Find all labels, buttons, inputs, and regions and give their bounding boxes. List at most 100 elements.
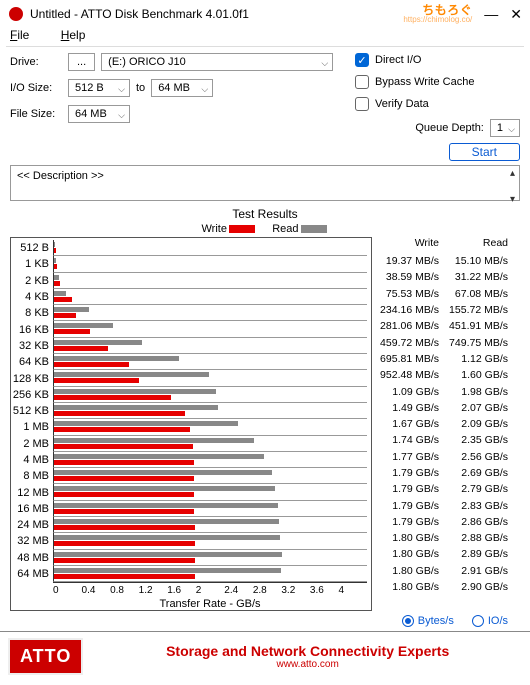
y-tick: 48 MB bbox=[11, 552, 53, 564]
write-cell: 1.79 GB/s bbox=[374, 483, 443, 495]
read-cell: 67.08 MB/s bbox=[443, 288, 512, 300]
io-from-select[interactable]: 512 B⌵ bbox=[68, 79, 130, 97]
table-row: 1.67 GB/s2.09 GB/s bbox=[374, 416, 512, 432]
y-tick: 8 KB bbox=[11, 307, 53, 319]
chart-row: 512 KB bbox=[11, 403, 367, 419]
x-tick: 1.2 bbox=[139, 585, 168, 596]
write-bar bbox=[54, 558, 195, 563]
write-cell: 1.77 GB/s bbox=[374, 451, 443, 463]
legend-read-swatch bbox=[301, 225, 327, 233]
read-bar bbox=[54, 519, 279, 524]
x-tick: 2.4 bbox=[224, 585, 253, 596]
minimize-button[interactable]: — bbox=[484, 6, 498, 22]
menu-file[interactable]: File bbox=[10, 28, 43, 42]
start-button[interactable]: Start bbox=[449, 143, 520, 161]
y-tick: 1 MB bbox=[11, 421, 53, 433]
read-bar bbox=[54, 340, 142, 345]
read-cell: 1.98 GB/s bbox=[443, 386, 512, 398]
y-tick: 32 MB bbox=[11, 535, 53, 547]
read-cell: 451.91 MB/s bbox=[443, 320, 512, 332]
table-row: 952.48 MB/s1.60 GB/s bbox=[374, 367, 512, 383]
drive-select[interactable]: (E:) ORICO J10⌵ bbox=[101, 53, 333, 71]
close-button[interactable]: ✕ bbox=[510, 6, 522, 23]
read-bar bbox=[54, 421, 238, 426]
queue-depth-select[interactable]: 1⌵ bbox=[490, 119, 520, 137]
write-bar bbox=[54, 492, 194, 497]
io-to-label: to bbox=[136, 82, 145, 94]
chart-row: 12 MB bbox=[11, 484, 367, 500]
write-cell: 1.80 GB/s bbox=[374, 548, 443, 560]
write-bar bbox=[54, 297, 72, 302]
write-cell: 695.81 MB/s bbox=[374, 353, 443, 365]
read-bar bbox=[54, 503, 278, 508]
menu-bar: File Help bbox=[0, 26, 530, 44]
write-bar bbox=[54, 378, 139, 383]
chart-row: 8 KB bbox=[11, 305, 367, 321]
direct-io-checkbox[interactable]: ✓Direct I/O bbox=[355, 53, 520, 67]
write-bar bbox=[54, 460, 194, 465]
y-tick: 24 MB bbox=[11, 519, 53, 531]
table-row: 281.06 MB/s451.91 MB/s bbox=[374, 318, 512, 334]
x-tick: 0.8 bbox=[110, 585, 139, 596]
y-tick: 64 KB bbox=[11, 356, 53, 368]
drive-browse-button[interactable]: ... bbox=[68, 53, 95, 71]
table-row: 1.80 GB/s2.91 GB/s bbox=[374, 563, 512, 579]
write-cell: 38.59 MB/s bbox=[374, 271, 443, 283]
y-tick: 12 MB bbox=[11, 487, 53, 499]
radio-bytes[interactable]: Bytes/s bbox=[402, 615, 454, 627]
table-row: 1.80 GB/s2.90 GB/s bbox=[374, 579, 512, 595]
read-cell: 749.75 MB/s bbox=[443, 337, 512, 349]
description-text: << Description >> bbox=[17, 170, 104, 182]
checkbox-icon bbox=[355, 75, 369, 89]
chart-row: 8 MB bbox=[11, 468, 367, 484]
read-bar bbox=[54, 405, 218, 410]
write-cell: 1.74 GB/s bbox=[374, 434, 443, 446]
chart-row: 512 B bbox=[11, 240, 367, 256]
radio-ios[interactable]: IO/s bbox=[472, 615, 508, 627]
read-bar bbox=[54, 438, 254, 443]
y-tick: 2 KB bbox=[11, 275, 53, 287]
read-bar bbox=[54, 486, 275, 491]
divider bbox=[6, 46, 524, 47]
io-to-select[interactable]: 64 MB⌵ bbox=[151, 79, 213, 97]
write-bar bbox=[54, 395, 171, 400]
y-tick: 4 KB bbox=[11, 291, 53, 303]
scroll-down-icon[interactable]: ▾ bbox=[510, 194, 515, 205]
read-bar bbox=[54, 258, 56, 263]
read-cell: 1.60 GB/s bbox=[443, 369, 512, 381]
read-bar bbox=[54, 372, 209, 377]
table-row: 1.79 GB/s2.79 GB/s bbox=[374, 481, 512, 497]
chart-legend: Write Read bbox=[10, 223, 520, 235]
scroll-up-icon[interactable]: ▴ bbox=[510, 168, 515, 179]
x-axis: 00.40.81.21.622.42.83.23.64 bbox=[53, 582, 367, 596]
y-tick: 512 B bbox=[11, 242, 53, 254]
table-row: 1.79 GB/s2.69 GB/s bbox=[374, 465, 512, 481]
write-bar bbox=[54, 313, 76, 318]
menu-help[interactable]: Help bbox=[61, 28, 100, 42]
x-axis-label: Transfer Rate - GB/s bbox=[53, 598, 367, 610]
description-box[interactable]: << Description >> ▴ ▾ bbox=[10, 165, 520, 201]
y-tick: 128 KB bbox=[11, 373, 53, 385]
write-cell: 1.80 GB/s bbox=[374, 565, 443, 577]
write-bar bbox=[54, 541, 195, 546]
x-tick: 1.6 bbox=[167, 585, 196, 596]
bypass-cache-checkbox[interactable]: Bypass Write Cache bbox=[355, 75, 520, 89]
write-cell: 952.48 MB/s bbox=[374, 369, 443, 381]
chevron-down-icon: ⌵ bbox=[321, 58, 328, 69]
file-size-select[interactable]: 64 MB⌵ bbox=[68, 105, 130, 123]
write-bar bbox=[54, 574, 195, 579]
write-cell: 459.72 MB/s bbox=[374, 337, 443, 349]
read-bar bbox=[54, 275, 59, 280]
read-bar bbox=[54, 291, 66, 296]
verify-data-checkbox[interactable]: Verify Data bbox=[355, 97, 520, 111]
read-bar bbox=[54, 389, 216, 394]
check-icon: ✓ bbox=[355, 53, 369, 67]
io-size-label: I/O Size: bbox=[10, 82, 68, 94]
y-tick: 2 MB bbox=[11, 438, 53, 450]
read-cell: 2.86 GB/s bbox=[443, 516, 512, 528]
queue-depth-label: Queue Depth: bbox=[415, 122, 484, 134]
chart-row: 1 KB bbox=[11, 256, 367, 272]
y-tick: 64 MB bbox=[11, 568, 53, 580]
write-bar bbox=[54, 329, 90, 334]
chart-row: 1 MB bbox=[11, 419, 367, 435]
